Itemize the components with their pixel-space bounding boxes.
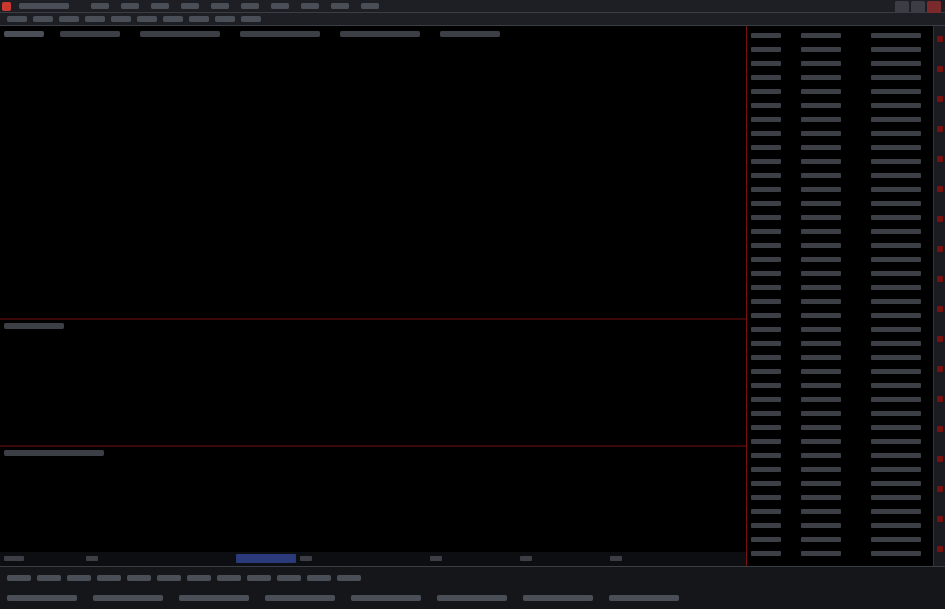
app-logo-icon bbox=[2, 2, 11, 11]
quote-panel bbox=[746, 26, 933, 566]
side-toolbar[interactable] bbox=[933, 26, 945, 566]
chart-panels bbox=[0, 26, 746, 566]
indicator-tabs[interactable] bbox=[0, 569, 945, 587]
menu-bar[interactable] bbox=[88, 0, 388, 13]
maximize-button[interactable] bbox=[911, 1, 925, 13]
title-bar bbox=[0, 0, 945, 13]
market-ticker bbox=[0, 589, 945, 607]
minimize-button[interactable] bbox=[895, 1, 909, 13]
chart-area[interactable] bbox=[0, 26, 746, 566]
trading-terminal-window bbox=[0, 0, 945, 609]
status-area bbox=[0, 566, 945, 609]
period-toolbar[interactable] bbox=[0, 13, 945, 26]
close-button[interactable] bbox=[927, 1, 941, 13]
